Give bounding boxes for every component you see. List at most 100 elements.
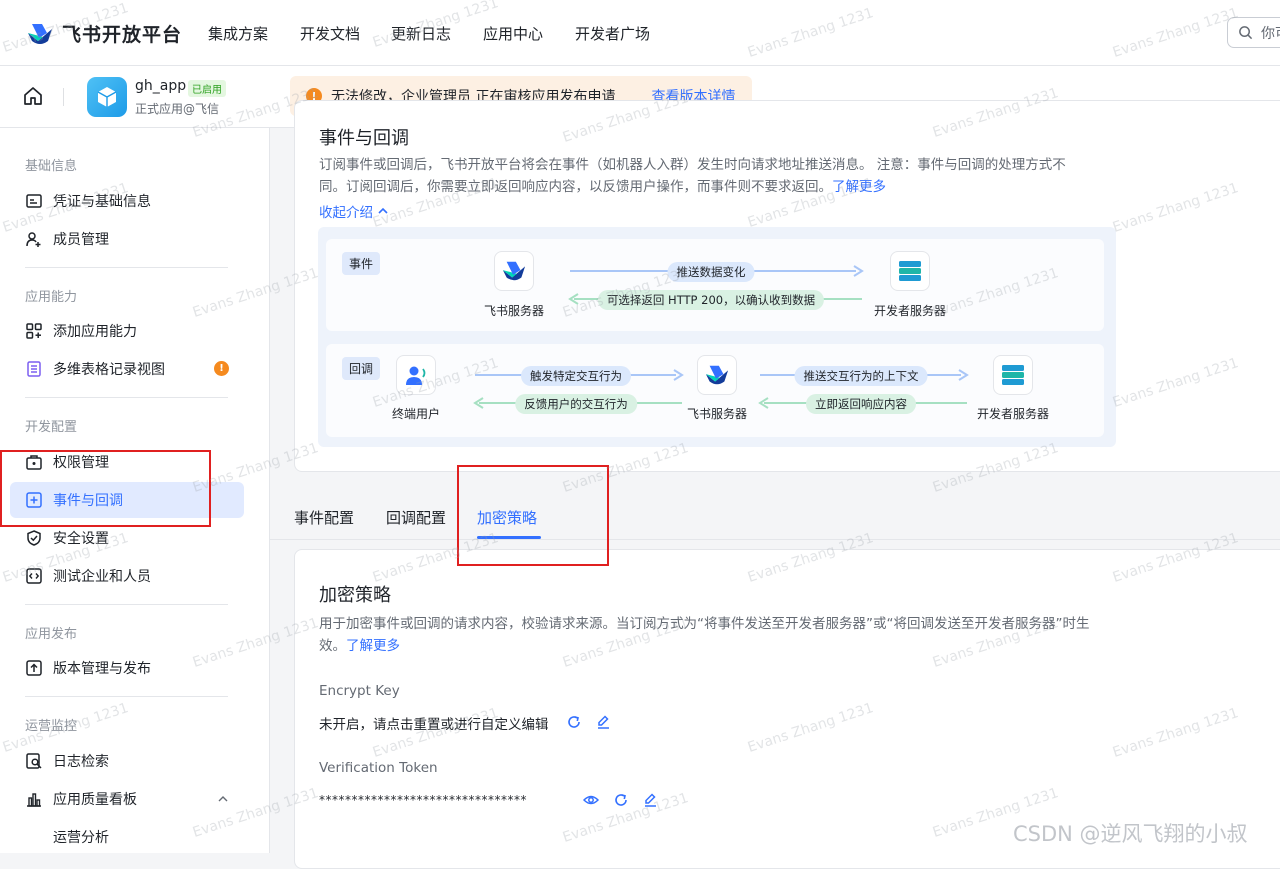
nav-item-changelog[interactable]: 更新日志	[391, 23, 451, 44]
node-label: 开发者服务器	[976, 407, 1050, 421]
collapse-intro-button[interactable]: 收起介绍	[319, 201, 389, 221]
status-badge: 已启用	[188, 80, 226, 97]
upload-box-icon	[26, 660, 42, 676]
sidebar-item-security[interactable]: 安全设置	[10, 520, 244, 556]
description-line: 用于加密事件或回调的请求内容，校验请求来源。当订阅方式为“将事件发送至开发者服务…	[319, 616, 1090, 632]
encryption-description: 用于加密事件或回调的请求内容，校验请求来源。当订阅方式为“将事件发送至开发者服务…	[319, 613, 1119, 657]
callback-lane: 回调 终端用户 飞书服务器 开发者服务器 触发特定交互行为 反馈用户的交互行为 …	[326, 344, 1104, 437]
feishu-logo-icon	[705, 365, 729, 385]
sidebar-item-label: 日志检索	[53, 754, 109, 770]
sidebar-section-title: 应用能力	[25, 290, 78, 305]
home-icon[interactable]	[22, 85, 44, 107]
sidebar-section-title: 基础信息	[25, 159, 78, 174]
top-nav: 飞书开放平台 集成方案 开发文档 更新日志 应用中心 开发者广场 你可	[0, 0, 1280, 66]
learn-more-link[interactable]: 了解更多	[346, 638, 400, 654]
verification-token-value: ********************************	[319, 793, 527, 807]
search-icon	[1239, 26, 1253, 40]
reset-icon[interactable]	[613, 792, 629, 808]
id-card-icon	[26, 194, 42, 208]
chevron-up-icon[interactable]	[217, 793, 229, 805]
learn-more-link[interactable]: 了解更多	[832, 179, 886, 195]
log-search-icon	[26, 753, 42, 769]
user-icon	[406, 366, 426, 385]
sidebar-item-add-capability[interactable]: 添加应用能力	[10, 313, 244, 349]
sidebar-item-quality-dashboard[interactable]: 应用质量看板	[10, 781, 244, 817]
sidebar-item-label: 版本管理与发布	[53, 661, 151, 677]
briefcase-lock-icon	[26, 455, 42, 470]
reset-icon[interactable]	[566, 714, 582, 730]
user-add-icon	[26, 232, 41, 247]
event-lane: 事件 飞书服务器 开发者服务器 推送数据变化 可选择返回 HTTP 200，以确…	[326, 239, 1104, 331]
brand-logo[interactable]: 飞书开放平台	[26, 20, 182, 47]
sidebar-item-label: 测试企业和人员	[53, 569, 151, 585]
config-tabs: 事件配置 回调配置 加密策略	[270, 490, 1280, 540]
sidebar-item-log-search[interactable]: 日志检索	[10, 743, 244, 779]
flow-label: 推送数据变化	[667, 262, 755, 282]
feishu-logo-icon	[502, 261, 526, 281]
event-tag: 事件	[342, 252, 381, 275]
encryption-title: 加密策略	[319, 585, 391, 606]
sidebar-section-title: 开发配置	[25, 420, 78, 435]
sidebar-item-bitable-view[interactable]: 多维表格记录视图 !	[10, 351, 244, 387]
dev-server-node	[890, 251, 930, 291]
node-label: 终端用户	[391, 407, 441, 421]
tab-event-config[interactable]: 事件配置	[294, 507, 354, 528]
sidebar-item-label: 权限管理	[53, 455, 109, 471]
sidebar-item-events-callbacks[interactable]: 事件与回调	[10, 482, 244, 518]
sidebar-item-label: 凭证与基础信息	[53, 194, 151, 210]
description-line: 效。了解更多	[319, 635, 1119, 657]
active-tab-indicator	[477, 536, 541, 539]
sidebar-item-versions[interactable]: 版本管理与发布	[10, 650, 244, 686]
nav-item-dev-square[interactable]: 开发者广场	[575, 23, 650, 44]
tab-callback-config[interactable]: 回调配置	[386, 507, 446, 528]
node-label: 飞书服务器	[686, 407, 748, 421]
code-box-icon	[26, 568, 42, 584]
description-line: 订阅事件或回调后，飞书开放平台将会在事件（如机器人入群）发生时向请求地址推送消息…	[319, 157, 1066, 173]
sidebar-item-permissions[interactable]: 权限管理	[10, 444, 244, 480]
edit-icon[interactable]	[642, 792, 658, 808]
node-label: 开发者服务器	[873, 304, 947, 318]
divider	[25, 397, 228, 398]
flow-diagram: 事件 飞书服务器 开发者服务器 推送数据变化 可选择返回 HTTP 200，以确…	[318, 227, 1116, 447]
grid-plus-icon	[26, 323, 42, 339]
edit-icon[interactable]	[595, 714, 611, 730]
sidebar-item-members[interactable]: 成员管理	[10, 221, 244, 257]
bar-chart-icon	[27, 793, 41, 807]
cube-icon	[97, 87, 117, 107]
flow-label: 可选择返回 HTTP 200，以确认收到数据	[597, 290, 825, 310]
csdn-watermark: CSDN @逆风飞翔的小叔	[1013, 822, 1248, 846]
collapse-label: 收起介绍	[319, 205, 373, 221]
sidebar-item-label: 事件与回调	[53, 493, 123, 509]
tab-encryption-policy[interactable]: 加密策略	[477, 507, 537, 528]
flow-label: 推送交互行为的上下文	[794, 366, 928, 386]
sidebar: 基础信息 凭证与基础信息 成员管理 应用能力 添加应用能力 多维表格记录视图 !…	[0, 128, 270, 853]
eye-icon[interactable]	[583, 792, 599, 808]
encrypt-key-value: 未开启，请点击重置或进行自定义编辑	[319, 717, 549, 733]
end-user-node	[396, 355, 436, 395]
nav-item-docs[interactable]: 开发文档	[300, 23, 360, 44]
encrypt-key-label: Encrypt Key	[319, 683, 400, 699]
description-text: 同。订阅回调后，你需要立即返回响应内容，以反馈用户操作，而事件则不要求返回。	[319, 179, 832, 195]
section-title: 事件与回调	[319, 128, 409, 149]
server-icon	[899, 261, 921, 281]
sidebar-item-label: 成员管理	[53, 232, 109, 248]
sidebar-item-test-tenants[interactable]: 测试企业和人员	[10, 558, 244, 594]
divider	[63, 88, 64, 106]
callback-tag: 回调	[342, 357, 381, 380]
alert-badge: !	[214, 361, 229, 376]
chevron-up-icon	[378, 207, 388, 214]
feishu-logo-icon	[28, 23, 52, 44]
nav-item-app-center[interactable]: 应用中心	[483, 23, 543, 44]
sidebar-item-ops-analysis[interactable]: 运营分析	[10, 819, 244, 853]
server-icon	[1002, 365, 1024, 385]
sidebar-item-label: 运营分析	[53, 830, 109, 846]
search-placeholder: 你可	[1261, 25, 1280, 42]
feishu-server-node	[494, 251, 534, 291]
intro-description: 订阅事件或回调后，飞书开放平台将会在事件（如机器人入群）发生时向请求地址推送消息…	[319, 154, 1119, 198]
nav-item-solutions[interactable]: 集成方案	[208, 23, 268, 44]
search-input[interactable]: 你可	[1227, 17, 1280, 48]
sidebar-item-credentials[interactable]: 凭证与基础信息	[10, 183, 244, 219]
feishu-server-node	[697, 355, 737, 395]
app-name: gh_app	[135, 78, 187, 94]
sidebar-item-label: 多维表格记录视图	[53, 362, 165, 378]
